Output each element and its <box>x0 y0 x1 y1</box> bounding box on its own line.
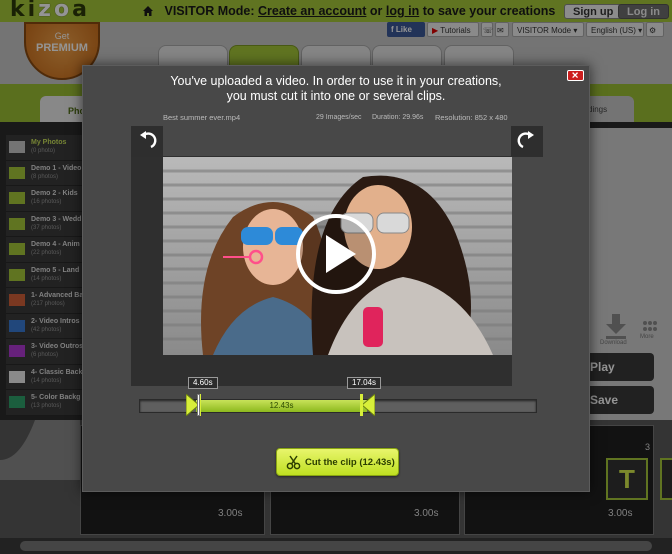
dialog-message-line1: You've uploaded a video. In order to use… <box>170 74 502 88</box>
start-time-label: 4.60s <box>188 377 218 389</box>
trim-end-handle[interactable] <box>360 394 375 416</box>
scissors-icon <box>286 455 301 470</box>
cut-clip-label: Cut the clip (12.43s) <box>305 457 395 468</box>
rotate-left-icon <box>140 131 157 149</box>
playhead[interactable] <box>197 394 200 416</box>
images-per-sec: 29 Images/sec <box>316 114 362 121</box>
dialog-message-line2: you must cut it into one or several clip… <box>226 89 446 103</box>
video-file-name: Best summer ever.mp4 <box>163 113 241 122</box>
rotate-right-button[interactable] <box>511 126 543 157</box>
rotate-left-button[interactable] <box>131 126 163 157</box>
cut-video-dialog: You've uploaded a video. In order to use… <box>82 65 590 492</box>
cut-clip-button[interactable]: Cut the clip (12.43s) <box>276 448 399 476</box>
selection-duration: 12.43s <box>269 401 294 410</box>
video-duration: Duration: 29.96s <box>372 114 424 121</box>
video-resolution: Resolution: 852 x 480 <box>435 113 508 122</box>
rotate-right-icon <box>517 131 534 149</box>
end-time-label: 17.04s <box>347 377 382 389</box>
play-icon[interactable] <box>295 213 377 295</box>
